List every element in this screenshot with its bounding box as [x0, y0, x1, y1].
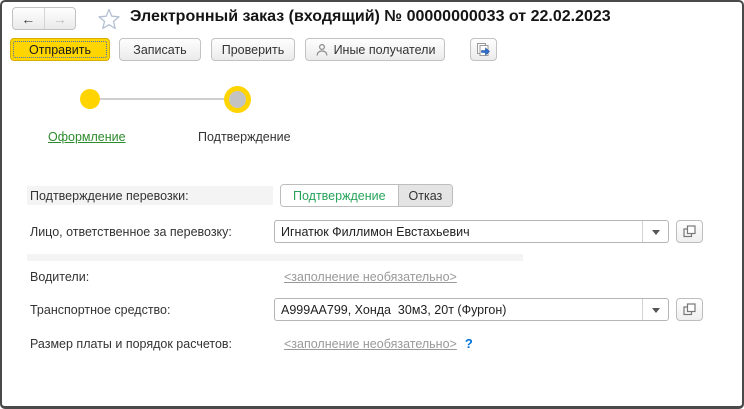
check-button-label: Проверить — [222, 43, 285, 57]
payment-optional-link[interactable]: <заполнение необязательно> — [284, 337, 457, 351]
order-window: ← → Электронный заказ (входящий) № 00000… — [0, 0, 744, 409]
toggle-option-confirm-label: Подтверждение — [293, 189, 386, 203]
responsible-person-open-button[interactable] — [676, 220, 703, 243]
stage-connector-line — [100, 98, 226, 100]
arrow-right-icon: → — [53, 11, 67, 27]
vehicle-open-button[interactable] — [676, 298, 703, 321]
responsible-person-combo — [274, 220, 669, 243]
open-form-icon — [683, 225, 696, 238]
confirmation-toggle: Подтверждение Отказ — [280, 184, 453, 207]
page-title: Электронный заказ (входящий) № 000000000… — [130, 8, 611, 26]
stage-link-registration[interactable]: Оформление — [48, 130, 126, 144]
responsible-person-dropdown-button[interactable] — [642, 221, 668, 242]
stage-label-confirmation: Подтверждение — [198, 130, 291, 144]
person-icon — [315, 43, 329, 57]
vehicle-dropdown-button[interactable] — [642, 299, 668, 320]
drivers-optional-link[interactable]: <заполнение необязательно> — [284, 270, 457, 284]
toggle-option-refuse[interactable]: Отказ — [399, 185, 453, 206]
toggle-option-refuse-label: Отказ — [409, 189, 443, 203]
document-arrow-icon — [476, 42, 491, 57]
responsible-person-input[interactable] — [275, 221, 642, 242]
other-recipients-button[interactable]: Иные получатели — [305, 38, 445, 61]
stage-dot-done — [80, 89, 100, 109]
save-button-label: Записать — [133, 43, 186, 57]
nav-history-group: ← → — [12, 7, 76, 30]
back-button[interactable]: ← — [13, 8, 45, 29]
export-document-button[interactable] — [470, 38, 497, 61]
forward-button[interactable]: → — [45, 8, 76, 29]
confirmation-label: Подтверждение перевозки: — [30, 189, 189, 203]
group-separator-band — [27, 254, 523, 261]
favorite-star-icon[interactable] — [97, 7, 121, 31]
vehicle-combo — [274, 298, 669, 321]
vehicle-input[interactable] — [275, 299, 642, 320]
help-question-icon[interactable]: ? — [465, 336, 473, 351]
toggle-option-confirm[interactable]: Подтверждение — [281, 185, 399, 206]
chevron-down-icon — [652, 230, 660, 239]
responsible-person-label: Лицо, ответственное за перевозку: — [30, 225, 232, 239]
drivers-label: Водители: — [30, 270, 89, 284]
send-button[interactable]: Отправить — [10, 38, 110, 61]
save-button[interactable]: Записать — [119, 38, 201, 61]
vehicle-label: Транспортное средство: — [30, 303, 170, 317]
stage-dot-current-inner — [229, 91, 246, 108]
stage-dot-current — [224, 86, 251, 113]
send-button-label: Отправить — [29, 43, 91, 57]
open-form-icon — [683, 303, 696, 316]
payment-row: <заполнение необязательно> ? — [284, 336, 473, 351]
arrow-left-icon: ← — [21, 11, 35, 27]
check-button[interactable]: Проверить — [211, 38, 295, 61]
payment-label: Размер платы и порядок расчетов: — [30, 337, 232, 351]
other-recipients-label: Иные получатели — [334, 43, 436, 57]
chevron-down-icon — [652, 308, 660, 317]
